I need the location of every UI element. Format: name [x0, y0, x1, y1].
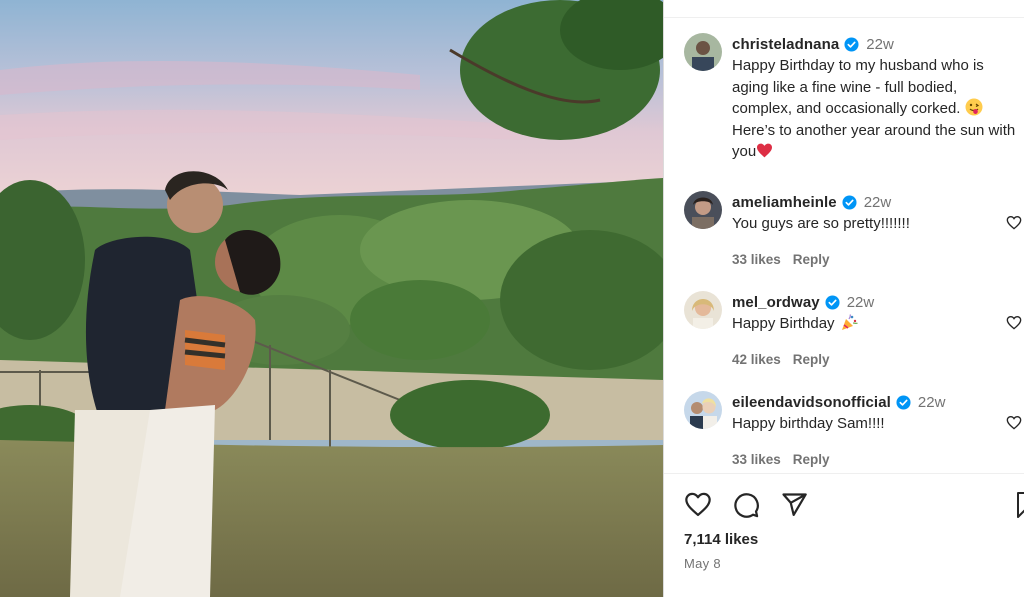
comment-like-heart-icon[interactable]	[1006, 415, 1022, 431]
comment-timestamp[interactable]: 22w	[918, 394, 946, 411]
comment-item: ameliamheinle 22w You guys are so pretty…	[732, 192, 1017, 267]
verified-badge-icon	[844, 36, 859, 52]
commenter-avatar[interactable]	[684, 391, 722, 429]
comment-username[interactable]: mel_ordway	[732, 294, 820, 311]
author-username[interactable]: christeladnana	[732, 36, 839, 53]
verified-badge-icon	[842, 194, 857, 210]
comment-timestamp[interactable]: 22w	[864, 194, 892, 211]
post-header-strip	[664, 0, 1024, 18]
post-photo[interactable]	[0, 0, 663, 597]
comment-timestamp[interactable]: 22w	[847, 294, 875, 311]
comment-text: You guys are so pretty!!!!!!!	[732, 215, 910, 232]
comment-likes[interactable]: 33 likes	[732, 252, 781, 267]
comment-likes[interactable]: 42 likes	[732, 352, 781, 367]
comment-like-heart-icon[interactable]	[1006, 215, 1022, 231]
comment-icon[interactable]	[732, 491, 760, 519]
comment-likes[interactable]: 33 likes	[732, 452, 781, 467]
caption-main: Happy Birthday to my husband who is agin…	[732, 57, 984, 117]
comments-panel: christeladnana 22w Happy Birthday to my …	[663, 0, 1024, 597]
caption-tail: Here’s to another year around the sun wi…	[732, 121, 1016, 161]
share-icon[interactable]	[780, 491, 808, 519]
comment-like-heart-icon[interactable]	[1006, 315, 1022, 331]
red-heart-emoji	[756, 143, 773, 158]
reply-button[interactable]: Reply	[793, 252, 830, 267]
post-image	[0, 0, 663, 597]
comment-text: Happy Birthday	[732, 313, 1017, 335]
verified-badge-icon	[896, 394, 911, 410]
comment-text-main: Happy Birthday	[732, 315, 835, 332]
caption-timestamp[interactable]: 22w	[866, 36, 894, 53]
comment-username[interactable]: ameliamheinle	[732, 194, 837, 211]
face-with-tongue-emoji	[965, 98, 983, 116]
heart-icon[interactable]	[684, 491, 712, 519]
caption-text: Happy Birthday to my husband who is agin…	[732, 55, 1017, 163]
comment-text: Happy birthday Sam!!!!	[732, 415, 885, 432]
reply-button[interactable]: Reply	[793, 352, 830, 367]
party-popper-emoji	[840, 314, 858, 331]
post-actions	[684, 491, 808, 519]
author-avatar[interactable]	[684, 33, 722, 71]
comment-item: mel_ordway 22w Happy Birthday 42 likes R…	[732, 292, 1017, 367]
verified-badge-icon	[825, 294, 840, 310]
actions-divider	[664, 473, 1024, 474]
comment-item: eileendavidsonofficial 22w Happy birthda…	[732, 392, 1017, 467]
commenter-avatar[interactable]	[684, 191, 722, 229]
commenter-avatar[interactable]	[684, 291, 722, 329]
reply-button[interactable]: Reply	[793, 452, 830, 467]
comment-username[interactable]: eileendavidsonofficial	[732, 394, 891, 411]
likes-count[interactable]: 7,114 likes	[684, 531, 758, 548]
post-date[interactable]: May 8	[684, 556, 721, 571]
bookmark-icon[interactable]	[1016, 491, 1024, 519]
caption-block: christeladnana 22w Happy Birthday to my …	[732, 34, 1017, 163]
